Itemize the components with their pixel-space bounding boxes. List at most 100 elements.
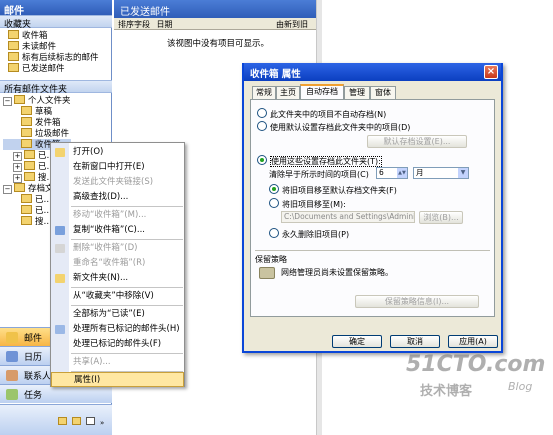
apply-button[interactable]: 应用(A) [448,335,498,348]
folder-title: 已发送邮件 [114,0,322,18]
default-archive-settings-button[interactable]: 默认存档设置(E)... [367,135,467,148]
age-spinner[interactable]: 6 ▲▼ [376,167,408,179]
option-move-to[interactable]: 将旧项目移至(M): [269,198,346,210]
shortcuts-icon[interactable] [86,417,95,425]
menu-remove-favorite[interactable]: 从“收藏夹”中移除(V) [51,289,184,304]
option-custom-archive[interactable]: 使用这些设置存档此文件夹(T): [257,155,382,167]
watermark-blog-en: Blog [508,380,533,393]
radio-button[interactable] [257,121,267,131]
archive-path-input[interactable]: C:\Documents and Settings\Admini [281,211,415,223]
notes-icon[interactable] [58,417,67,425]
properties-dialog: 收件箱 属性 × 常规 主页 自动存档 管理 窗体 此文件夹中的项目不自动存档(… [242,63,503,353]
menu-mark-all-read[interactable]: 全部标为“已读”(E) [51,307,184,322]
inbox-icon [8,30,19,39]
collapse-icon[interactable]: − [3,97,12,106]
radio-button[interactable] [257,108,267,118]
mail-icon [6,332,18,343]
all-folders-header[interactable]: 所有邮件文件夹 [0,80,112,95]
autoarchive-panel: 此文件夹中的项目不自动存档(N) 使用默认设置存档此文件夹中的项目(D) 默认存… [250,99,495,317]
menu-properties[interactable]: 属性(I) [51,372,184,387]
nav-shortcut-bar: » [0,404,112,435]
menu-advanced-find[interactable]: 高级查找(D)... [51,190,184,205]
watermark-brand: 51CTO.com [406,352,546,377]
ok-button[interactable]: 确定 [332,335,382,348]
search-folder-icon [21,216,32,225]
tab-home-page[interactable]: 主页 [276,86,300,99]
tree-item[interactable]: 垃圾邮件 [3,128,112,139]
expand-icon[interactable]: + [13,152,22,161]
favorite-item[interactable]: 收件箱 [8,30,112,41]
date-column[interactable]: 日期 [157,20,173,29]
copy-folder-icon [55,226,65,235]
folder-icon [21,194,32,203]
menu-sharing[interactable]: 共享(A)... [51,355,184,370]
junk-icon [21,128,32,137]
menu-rename-folder[interactable]: 重命名“收件箱”(R) [51,256,184,271]
menu-separator [71,305,183,306]
menu-move-folder[interactable]: 移动“收件箱”(M)... [51,208,184,223]
spinner-arrows-icon[interactable]: ▲▼ [397,168,407,178]
folder-icon [24,150,35,159]
tab-forms[interactable]: 窗体 [370,86,396,99]
folder-icon [21,205,32,214]
favorite-item[interactable]: 标有后续标志的邮件 [8,52,112,63]
radio-button-selected[interactable] [269,184,279,194]
favorite-item[interactable]: 未读邮件 [8,41,112,52]
expand-icon[interactable]: + [13,174,22,183]
radio-button-selected[interactable] [257,155,267,165]
retention-policy-info-button[interactable]: 保留策略信息(I)... [355,295,479,308]
collapse-icon[interactable]: − [3,185,12,194]
tab-general[interactable]: 常规 [252,86,276,99]
open-folder-icon [55,148,65,157]
menu-delete-folder[interactable]: 删除“收件箱”(D) [51,241,184,256]
column-header: 排序字段 日期 由新到旧 [114,18,322,30]
tree-root[interactable]: − 个人文件夹 [3,95,112,106]
sort-order[interactable]: 由新到旧 [276,19,308,30]
chevron-down-icon[interactable]: ▼ [458,168,468,178]
expand-icon[interactable]: + [13,163,22,172]
tab-autoarchive[interactable]: 自动存档 [300,84,344,100]
age-unit-select[interactable]: 月 ▼ [413,167,469,179]
folder-list-icon[interactable] [72,417,81,425]
outbox-icon [21,117,32,126]
favorites-header[interactable]: 收藏夹 [0,15,112,30]
favorite-item[interactable]: 已发送邮件 [8,63,112,74]
folder-context-menu: 打开(O) 在新窗口中打开(E) 发送此文件夹链接(S) 高级查找(D)... … [50,142,185,387]
menu-separator [71,239,183,240]
drafts-icon [21,106,32,115]
contacts-icon [6,370,18,381]
radio-button[interactable] [269,228,279,238]
menu-send-link[interactable]: 发送此文件夹链接(S) [51,175,184,190]
delete-icon [55,244,65,253]
sort-field-label[interactable]: 排序字段 [118,20,150,29]
configure-buttons-icon[interactable]: » [100,419,104,427]
retention-policy-text: 网络管理员尚未设置保留策略。 [281,268,393,277]
folder-icon [8,63,19,72]
menu-open[interactable]: 打开(O) [51,145,184,160]
option-delete-permanently[interactable]: 永久删除旧项目(P) [269,228,349,240]
menu-copy-folder[interactable]: 复制“收件箱”(C)... [51,223,184,238]
menu-process-marked-headers[interactable]: 处理已标记的邮件头(F) [51,337,184,352]
clean-older-label: 清除早于所示时间的项目(C) [269,170,369,179]
nav-header: 邮件 [0,0,112,17]
radio-button[interactable] [269,198,279,208]
menu-process-all-headers[interactable]: 处理所有已标记的邮件头(H) [51,322,184,337]
option-move-default[interactable]: 将旧项目移至默认存档文件夹(F) [269,184,397,196]
divider [255,250,490,251]
option-no-archive[interactable]: 此文件夹中的项目不自动存档(N) [257,108,386,120]
folder-icon [24,161,35,170]
menu-open-new-window[interactable]: 在新窗口中打开(E) [51,160,184,175]
cancel-button[interactable]: 取消 [390,335,440,348]
browse-button[interactable]: 浏览(B)... [419,211,463,224]
tree-item[interactable]: 发件箱 [3,117,112,128]
close-icon[interactable]: × [484,65,498,79]
menu-separator [71,353,183,354]
menu-separator [71,287,183,288]
option-default-archive[interactable]: 使用默认设置存档此文件夹中的项目(D) [257,121,410,133]
tab-administration[interactable]: 管理 [344,86,370,99]
tree-item[interactable]: 草稿 [3,106,112,117]
new-folder-icon [55,274,65,283]
folder-icon [14,95,25,104]
menu-new-folder[interactable]: 新文件夹(N)... [51,271,184,286]
folder-icon [14,183,25,192]
